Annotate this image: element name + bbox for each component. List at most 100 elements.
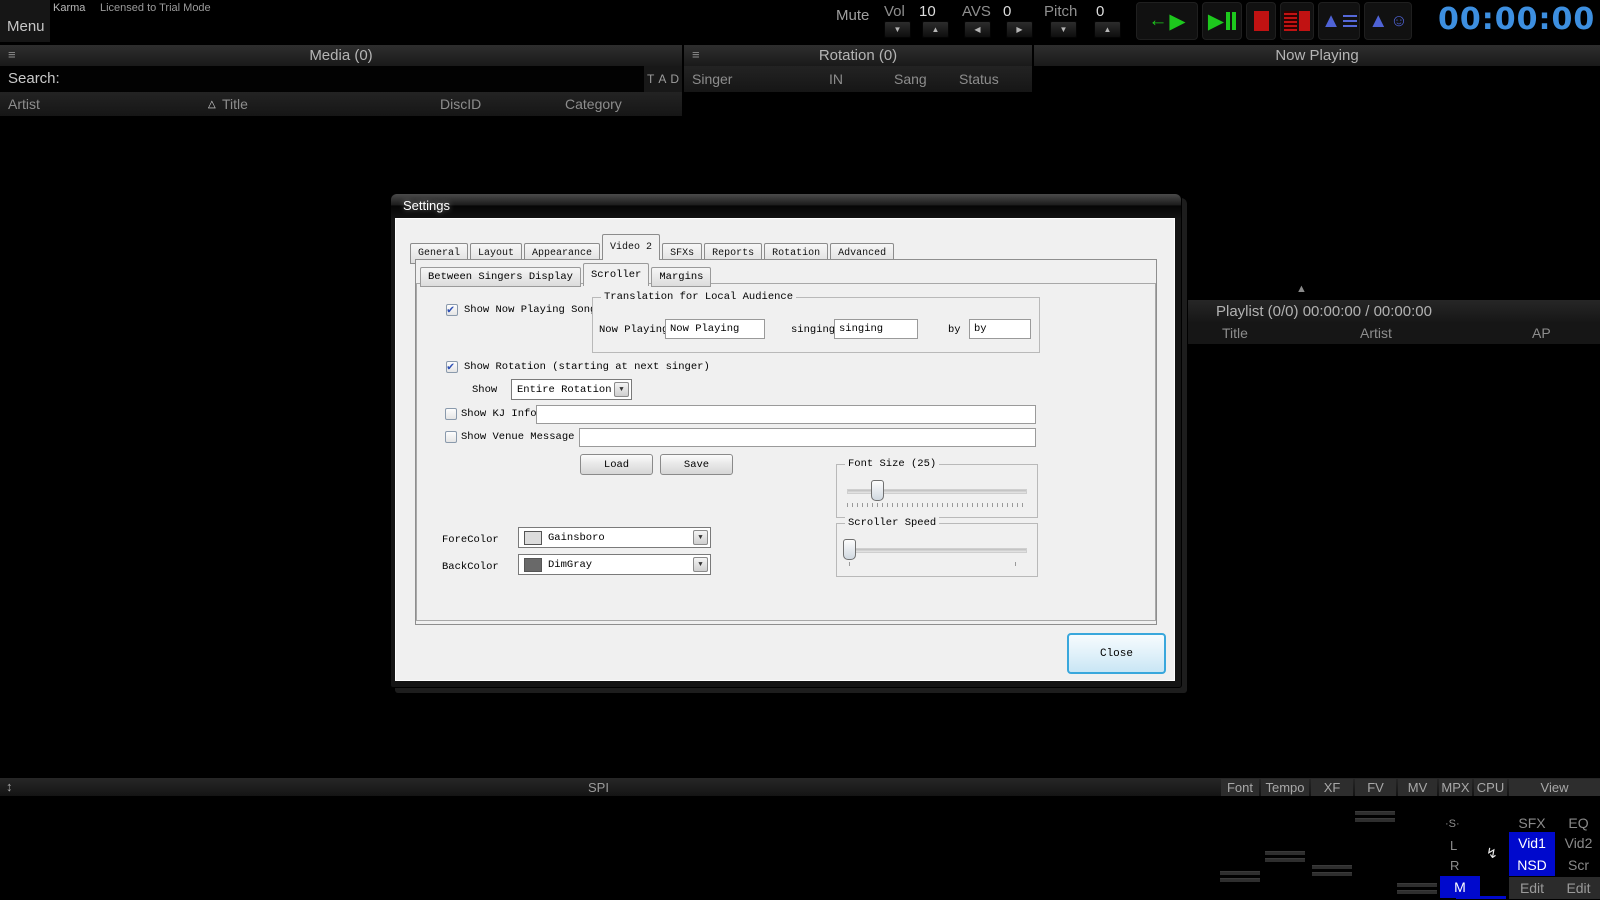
chevron-down-icon[interactable]: ▼	[614, 382, 629, 397]
volume-value: 10	[919, 3, 936, 20]
mute-button[interactable]: Mute	[836, 7, 869, 24]
xf-slider-thumb[interactable]	[1312, 865, 1352, 874]
app-brand: Karma	[53, 2, 85, 14]
mixer-mv-label[interactable]: MV	[1398, 779, 1437, 796]
font-size-group: Font Size (25)	[836, 464, 1038, 518]
checkmark-icon: ✔	[447, 359, 454, 374]
chevron-down-icon[interactable]: ▼	[693, 557, 708, 572]
stop-button[interactable]	[1246, 2, 1276, 40]
fv-slider-thumb[interactable]	[1355, 811, 1395, 820]
menu-button[interactable]: Menu	[0, 0, 50, 42]
volume-up-button[interactable]: ▲	[922, 21, 949, 38]
subtab-between-singers-display[interactable]: Between Singers Display	[420, 267, 581, 287]
avs-value: 0	[1003, 3, 1011, 20]
restart-play-button[interactable]: ← ▶	[1136, 2, 1198, 40]
subtab-margins[interactable]: Margins	[651, 267, 711, 287]
tab-video2[interactable]: Video 2	[602, 234, 660, 260]
rotation-scope-select[interactable]: Entire Rotation ▼	[511, 379, 632, 400]
stop-icon	[1254, 11, 1269, 31]
stop-fade-button[interactable]	[1280, 2, 1314, 40]
avs-label: AVS	[962, 3, 991, 20]
pitch-up-button[interactable]: ▲	[1094, 21, 1121, 38]
search-input[interactable]	[0, 66, 682, 92]
by-field[interactable]: by	[969, 319, 1031, 339]
pitch-down-button[interactable]: ▼	[1050, 21, 1077, 38]
avs-next-button[interactable]: ▶	[1006, 21, 1033, 38]
column-title[interactable]: Title	[1222, 325, 1248, 341]
playlist-summary: Playlist (0/0) 00:00:00 / 00:00:00	[1216, 303, 1432, 320]
mixer-fv-label[interactable]: FV	[1355, 779, 1396, 796]
next-singer-list-button[interactable]: ▲	[1318, 2, 1360, 40]
save-button[interactable]: Save	[660, 454, 733, 475]
show-rotation-checkbox[interactable]: ✔	[446, 361, 458, 373]
view-edit-right-button[interactable]: Edit	[1557, 877, 1600, 899]
now-playing-field[interactable]: Now Playing	[665, 319, 765, 339]
stop-icon	[1299, 11, 1310, 31]
forecolor-select[interactable]: Gainsboro ▼	[518, 527, 711, 548]
panel-menu-icon[interactable]: ≡	[692, 47, 700, 62]
kj-info-field[interactable]	[536, 405, 1036, 424]
resize-vertical-icon[interactable]: ↕	[6, 779, 13, 794]
view-eq-button[interactable]: EQ	[1557, 813, 1600, 833]
chevron-down-icon[interactable]: ▼	[693, 530, 708, 545]
mv-slider-thumb[interactable]	[1397, 883, 1437, 892]
column-in[interactable]: IN	[829, 71, 843, 87]
column-artist[interactable]: Artist	[8, 96, 40, 112]
down-arrow-icon: ▼	[894, 25, 902, 34]
show-kj-info-checkbox[interactable]: ✔	[445, 408, 457, 420]
font-slider-thumb[interactable]	[1220, 871, 1260, 880]
load-button[interactable]: Load	[580, 454, 653, 475]
playlist-collapse-icon[interactable]: ▲	[1296, 283, 1307, 295]
subtab-scroller[interactable]: Scroller	[583, 263, 649, 286]
column-sang[interactable]: Sang	[894, 71, 927, 87]
view-nsd-button[interactable]: NSD	[1509, 854, 1555, 876]
avs-prev-button[interactable]: ◀	[964, 21, 991, 38]
next-singer-button[interactable]: ▲ ☺	[1364, 2, 1412, 40]
mpx-stereo-option[interactable]: ·S·	[1445, 818, 1460, 830]
volume-down-button[interactable]: ▼	[884, 21, 911, 38]
tick-mark	[849, 562, 850, 566]
play-icon: ▶	[1208, 9, 1224, 34]
scroller-speed-slider-thumb[interactable]	[843, 539, 856, 560]
view-scr-button[interactable]: Scr	[1557, 854, 1600, 876]
font-size-slider-thumb[interactable]	[871, 480, 884, 501]
column-category[interactable]: Category	[565, 96, 622, 112]
backcolor-select[interactable]: DimGray ▼	[518, 554, 711, 575]
column-artist[interactable]: Artist	[1360, 325, 1392, 341]
show-now-playing-song-checkbox[interactable]: ✔	[446, 304, 458, 316]
singing-field[interactable]: singing	[834, 319, 918, 339]
view-vid2-button[interactable]: Vid2	[1557, 832, 1600, 854]
mixer-xf-label[interactable]: XF	[1311, 779, 1353, 796]
column-singer[interactable]: Singer	[692, 71, 732, 87]
smiley-icon: ☺	[1390, 11, 1407, 31]
column-ap[interactable]: AP	[1532, 325, 1551, 341]
filter-title-button[interactable]: T	[647, 72, 654, 86]
search-filter-buttons[interactable]: T A D	[644, 66, 682, 92]
dialog-titlebar[interactable]	[391, 194, 1181, 218]
mixer-font-label[interactable]: Font	[1221, 779, 1259, 796]
panel-menu-icon[interactable]: ≡	[8, 47, 16, 62]
column-discid[interactable]: DiscID	[440, 96, 481, 112]
show-select-label: Show	[472, 384, 497, 396]
show-venue-message-checkbox[interactable]: ✔	[445, 431, 457, 443]
mpx-right-option[interactable]: R	[1450, 858, 1459, 873]
right-arrow-icon: ▶	[1016, 25, 1022, 34]
up-triangle-icon: ▲	[1368, 10, 1388, 33]
scroller-speed-slider-track[interactable]	[847, 548, 1027, 553]
column-status[interactable]: Status	[959, 71, 999, 87]
tempo-slider-thumb[interactable]	[1265, 851, 1305, 860]
license-status: Licensed to Trial Mode	[100, 2, 211, 14]
play-pause-button[interactable]: ▶	[1202, 2, 1242, 40]
mpx-left-option[interactable]: L	[1450, 838, 1457, 853]
close-button[interactable]: Close	[1067, 633, 1166, 674]
venue-message-field[interactable]	[579, 428, 1036, 447]
view-vid1-button[interactable]: Vid1	[1509, 832, 1555, 854]
filter-artist-button[interactable]: A	[658, 72, 666, 86]
column-title[interactable]: Title	[222, 96, 248, 112]
filter-discid-button[interactable]: D	[670, 72, 679, 86]
view-edit-left-button[interactable]: Edit	[1509, 877, 1555, 899]
sort-ascending-icon: △	[208, 99, 216, 110]
mpx-mono-option[interactable]: M	[1440, 876, 1480, 898]
view-sfx-button[interactable]: SFX	[1509, 813, 1555, 833]
mixer-tempo-label[interactable]: Tempo	[1261, 779, 1309, 796]
